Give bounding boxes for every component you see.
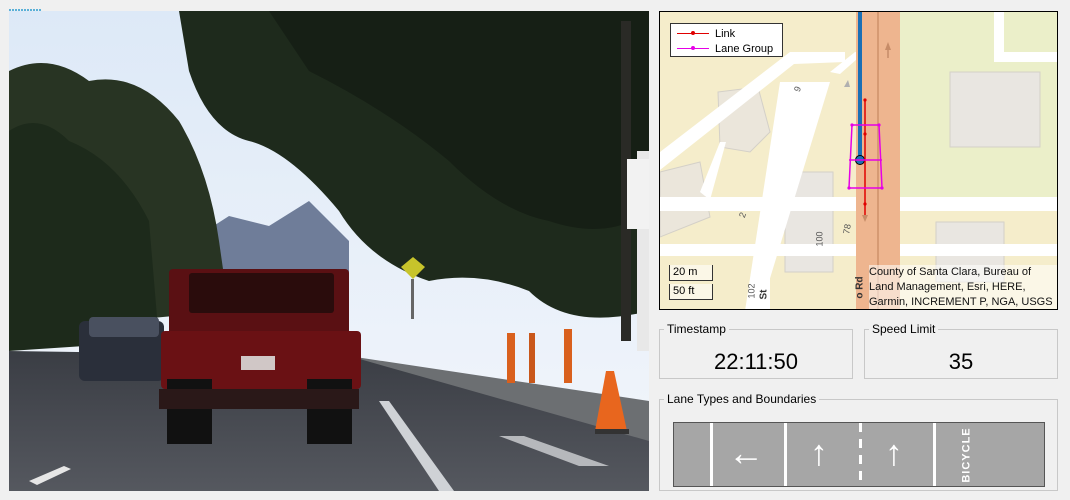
speed-limit-title: Speed Limit [869, 322, 939, 336]
house-number-label: 102 [746, 283, 757, 299]
lane-group-line-icon [671, 41, 709, 56]
legend-label: Link [715, 27, 736, 40]
link-line-icon [671, 26, 709, 41]
house-number-label: 78 [841, 223, 853, 235]
lane-types-title: Lane Types and Boundaries [664, 392, 820, 406]
scale-bar-imperial: 50 ft [669, 284, 713, 300]
speed-limit-panel: Speed Limit 35 [864, 322, 1058, 379]
legend-label: Lane Group [715, 42, 774, 55]
timestamp-title: Timestamp [664, 322, 729, 336]
lane-boundary-solid [933, 423, 936, 486]
bicycle-label: BICYCLE [961, 426, 973, 483]
street-name-label: St [758, 289, 770, 300]
camera-image [9, 11, 649, 491]
bicycle-lane: BICYCLE [947, 423, 987, 486]
scale-bar-metric: 20 m [669, 265, 713, 281]
lane-boundary-solid [710, 423, 713, 486]
up-arrow-icon: ↑ [885, 432, 903, 473]
map-view[interactable]: Link Lane Group 9 2 100 78 102 St o Rd 2… [659, 11, 1058, 310]
up-arrow-icon: ↑ [810, 432, 828, 473]
lane-boundary-dashed [859, 423, 862, 486]
map-attribution: County of Santa Clara, Bureau of Land Ma… [869, 265, 1057, 309]
timestamp-panel: Timestamp 22:11:50 [659, 322, 853, 379]
road-name-label: o Rd [854, 276, 866, 299]
left-arrow-icon: ← [728, 432, 764, 473]
lane-types-panel: Lane Types and Boundaries ← ↑ ↑ BICYCLE [659, 392, 1058, 491]
legend-item-lane-group: Lane Group [671, 41, 773, 56]
timestamp-value: 22:11:50 [713, 349, 798, 374]
lane-diagram: ← ↑ ↑ BICYCLE [673, 422, 1045, 487]
legend-item-link: Link [671, 26, 735, 41]
lane-boundary-solid [784, 423, 787, 486]
camera-view [9, 11, 649, 491]
map-legend: Link Lane Group [670, 23, 783, 57]
house-number-label: 100 [814, 231, 825, 247]
speed-limit-value: 35 [948, 349, 974, 374]
